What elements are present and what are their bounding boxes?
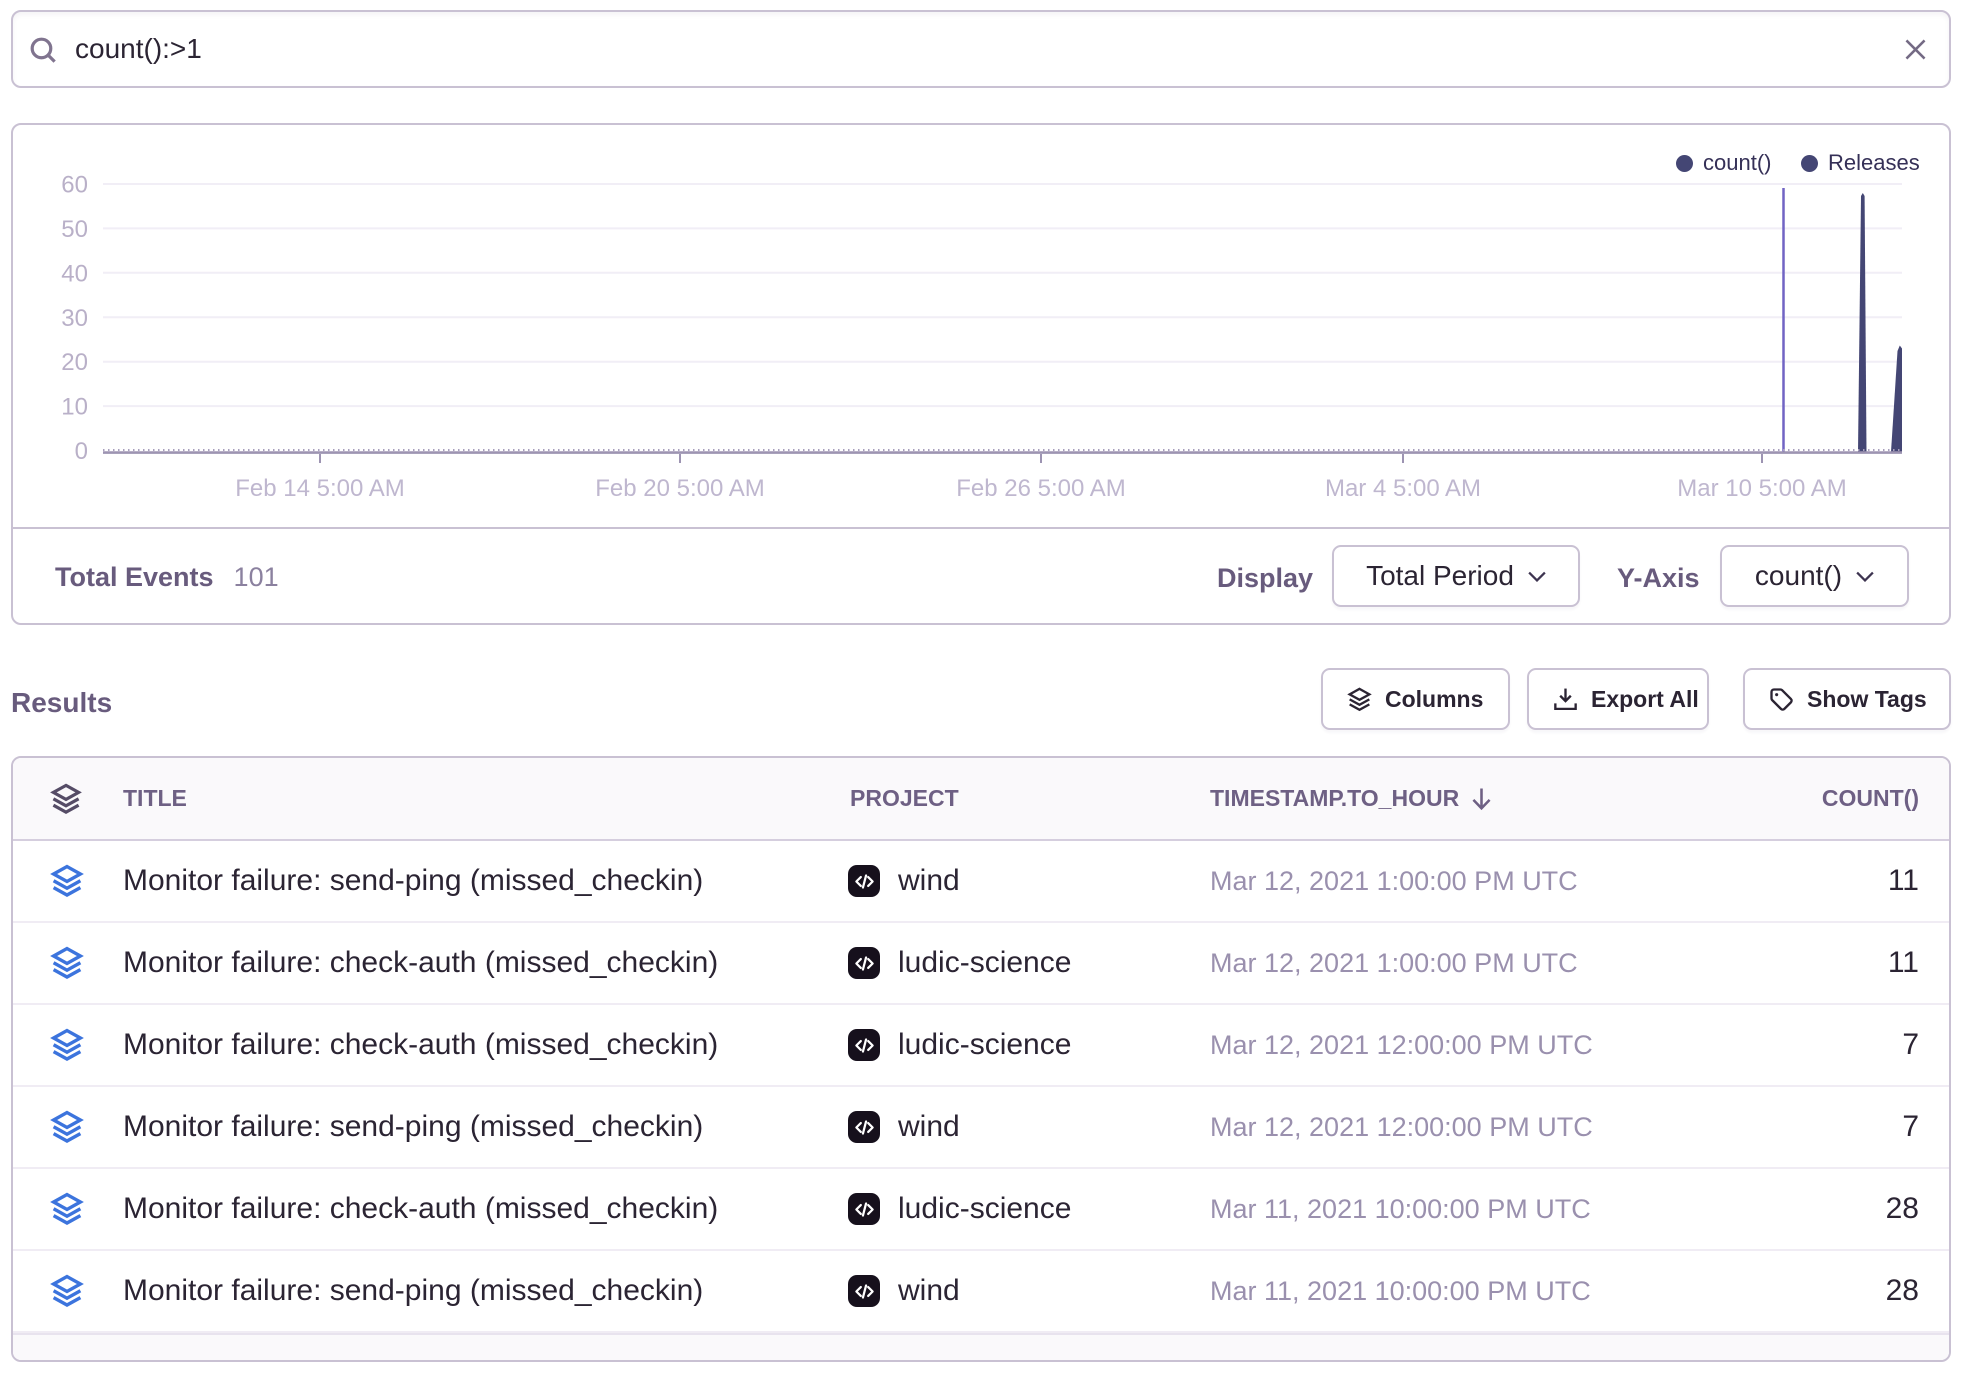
svg-text:20: 20 bbox=[61, 349, 88, 376]
svg-text:10: 10 bbox=[61, 394, 88, 421]
svg-text:Feb 20 5:00 AM: Feb 20 5:00 AM bbox=[595, 475, 764, 502]
svg-text:40: 40 bbox=[61, 261, 88, 288]
svg-text:Feb 26 5:00 AM: Feb 26 5:00 AM bbox=[956, 475, 1125, 502]
svg-text:Feb 14 5:00 AM: Feb 14 5:00 AM bbox=[235, 475, 404, 502]
svg-text:Mar 10 5:00 AM: Mar 10 5:00 AM bbox=[1677, 475, 1846, 502]
svg-text:0: 0 bbox=[75, 438, 88, 465]
svg-text:60: 60 bbox=[61, 172, 88, 199]
svg-text:30: 30 bbox=[61, 305, 88, 332]
svg-text:Mar 4 5:00 AM: Mar 4 5:00 AM bbox=[1325, 475, 1481, 502]
svg-text:50: 50 bbox=[61, 216, 88, 243]
